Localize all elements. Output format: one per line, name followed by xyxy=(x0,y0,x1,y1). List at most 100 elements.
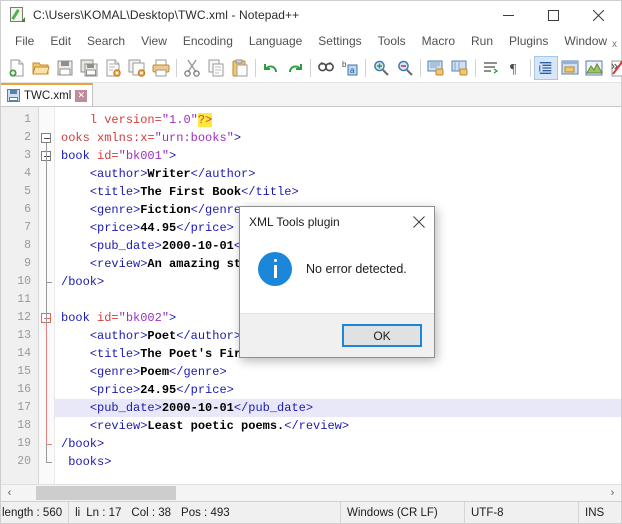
menu-edit[interactable]: Edit xyxy=(42,31,79,51)
code-line[interactable]: <review>Least poetic poems.</review> xyxy=(55,417,621,435)
new-file-icon[interactable] xyxy=(5,56,29,80)
menu-view[interactable]: View xyxy=(133,31,175,51)
minimize-button[interactable] xyxy=(486,1,531,29)
fold-collapse-icon[interactable] xyxy=(41,133,51,143)
fold-marker-row[interactable] xyxy=(39,363,54,381)
maximize-button[interactable] xyxy=(531,1,576,29)
xml-tools-dialog[interactable]: XML Tools plugin No error detected. OK xyxy=(239,206,435,358)
close-document-x[interactable]: x xyxy=(612,39,617,50)
menu-plugins[interactable]: Plugins xyxy=(501,31,556,51)
code-line[interactable]: /book> xyxy=(55,435,621,453)
close-file-icon[interactable] xyxy=(101,56,125,80)
code-token: = xyxy=(111,311,119,325)
close-button[interactable] xyxy=(576,1,621,29)
code-line[interactable]: book id="bk001"> xyxy=(55,147,621,165)
word-wrap-icon[interactable] xyxy=(479,56,503,80)
line-number: 1 xyxy=(24,113,31,126)
code-token: Writer xyxy=(147,167,191,181)
fold-marker-row[interactable] xyxy=(39,345,54,363)
line-number: 4 xyxy=(24,167,31,180)
status-encoding-text: UTF-8 xyxy=(471,506,504,519)
menu-settings[interactable]: Settings xyxy=(310,31,369,51)
tab-twc-xml[interactable]: TWC.xml ✕ xyxy=(1,83,94,106)
scroll-left-icon[interactable]: ‹ xyxy=(1,485,18,502)
fold-marker-row[interactable] xyxy=(39,381,54,399)
code-line[interactable]: <price>24.95</price> xyxy=(55,381,621,399)
tab-close-icon[interactable]: ✕ xyxy=(75,89,88,102)
code-line[interactable]: <genre>Poem</genre> xyxy=(55,363,621,381)
fold-marker-row[interactable] xyxy=(39,219,54,237)
menu-file[interactable]: File xyxy=(7,31,42,51)
code-token: </review> xyxy=(284,419,350,433)
code-line[interactable]: ooks xmlns:x="urn:books"> xyxy=(55,129,621,147)
notepadpp-window: C:\Users\KOMAL\Desktop\TWC.xml - Notepad… xyxy=(0,0,622,524)
scrollbar-track[interactable] xyxy=(18,486,604,500)
fold-marker-row[interactable] xyxy=(39,291,54,309)
menu-encoding[interactable]: Encoding xyxy=(175,31,241,51)
toolbar-separator xyxy=(255,58,256,77)
menu-run[interactable]: Run xyxy=(463,31,501,51)
undo-icon[interactable] xyxy=(259,56,283,80)
code-line[interactable]: <title>The First Book</title> xyxy=(55,183,621,201)
cut-icon[interactable] xyxy=(180,56,204,80)
fold-marker-row[interactable] xyxy=(39,201,54,219)
save-icon[interactable] xyxy=(53,56,77,80)
find-icon[interactable] xyxy=(314,56,338,80)
scrollbar-thumb[interactable] xyxy=(35,486,177,500)
fold-marker-row[interactable] xyxy=(39,327,54,345)
code-line[interactable]: <pub_date>2000-10-01</pub_date> xyxy=(55,399,621,417)
status-pos-text: Pos : 493 xyxy=(181,506,230,519)
code-token: </author> xyxy=(176,329,242,343)
menu-search[interactable]: Search xyxy=(79,31,133,51)
line-number: 3 xyxy=(24,149,31,162)
close-all-icon[interactable] xyxy=(125,56,149,80)
print-icon[interactable] xyxy=(149,56,173,80)
code-folding-column[interactable] xyxy=(39,107,55,484)
save-all-icon[interactable] xyxy=(77,56,101,80)
zoom-in-icon[interactable] xyxy=(369,56,393,80)
redo-icon[interactable] xyxy=(283,56,307,80)
copy-icon[interactable] xyxy=(204,56,228,80)
toolbar-separator xyxy=(420,58,421,77)
fold-marker-row[interactable] xyxy=(39,111,54,129)
zoom-out-icon[interactable] xyxy=(393,56,417,80)
fold-marker-row[interactable] xyxy=(39,183,54,201)
show-all-chars-icon[interactable]: ¶ xyxy=(503,56,527,80)
dialog-close-icon[interactable] xyxy=(404,209,434,235)
code-token: id xyxy=(97,149,112,163)
ok-button[interactable]: OK xyxy=(342,324,422,347)
code-token: Fiction xyxy=(140,203,191,217)
menu-window[interactable]: Window xyxy=(556,31,615,51)
document-map-icon[interactable] xyxy=(582,56,606,80)
line-number: 8 xyxy=(24,239,31,252)
menu-macro[interactable]: Macro xyxy=(414,31,463,51)
fold-marker-row[interactable] xyxy=(39,255,54,273)
user-defined-dialog-icon[interactable] xyxy=(558,56,582,80)
indent-guide-icon[interactable] xyxy=(534,55,558,80)
scroll-right-icon[interactable]: › xyxy=(604,485,621,502)
paste-icon[interactable] xyxy=(228,56,252,80)
fold-marker-row[interactable] xyxy=(39,417,54,435)
horizontal-scrollbar[interactable]: ‹ › xyxy=(1,484,621,501)
fold-marker-row[interactable] xyxy=(39,165,54,183)
toolbar-overflow-icon[interactable]: » xyxy=(611,58,618,73)
code-token: </price> xyxy=(176,383,234,397)
sync-vertical-icon[interactable] xyxy=(424,56,448,80)
status-caret-info: li Ln : 17 Col : 38 Pos : 493 xyxy=(69,501,341,524)
open-file-icon[interactable] xyxy=(29,56,53,80)
code-line[interactable]: <author>Writer</author> xyxy=(55,165,621,183)
code-token: </genre> xyxy=(169,365,227,379)
sync-horizontal-icon[interactable] xyxy=(448,56,472,80)
code-line[interactable]: books> xyxy=(55,453,621,471)
replace-icon[interactable]: ba xyxy=(338,56,362,80)
code-token: </price> xyxy=(176,221,234,235)
fold-marker-row[interactable] xyxy=(39,399,54,417)
menu-language[interactable]: Language xyxy=(241,31,310,51)
menu-tools[interactable]: Tools xyxy=(370,31,414,51)
fold-marker-row[interactable] xyxy=(39,237,54,255)
code-line[interactable]: l version="1.0"?> xyxy=(55,111,621,129)
